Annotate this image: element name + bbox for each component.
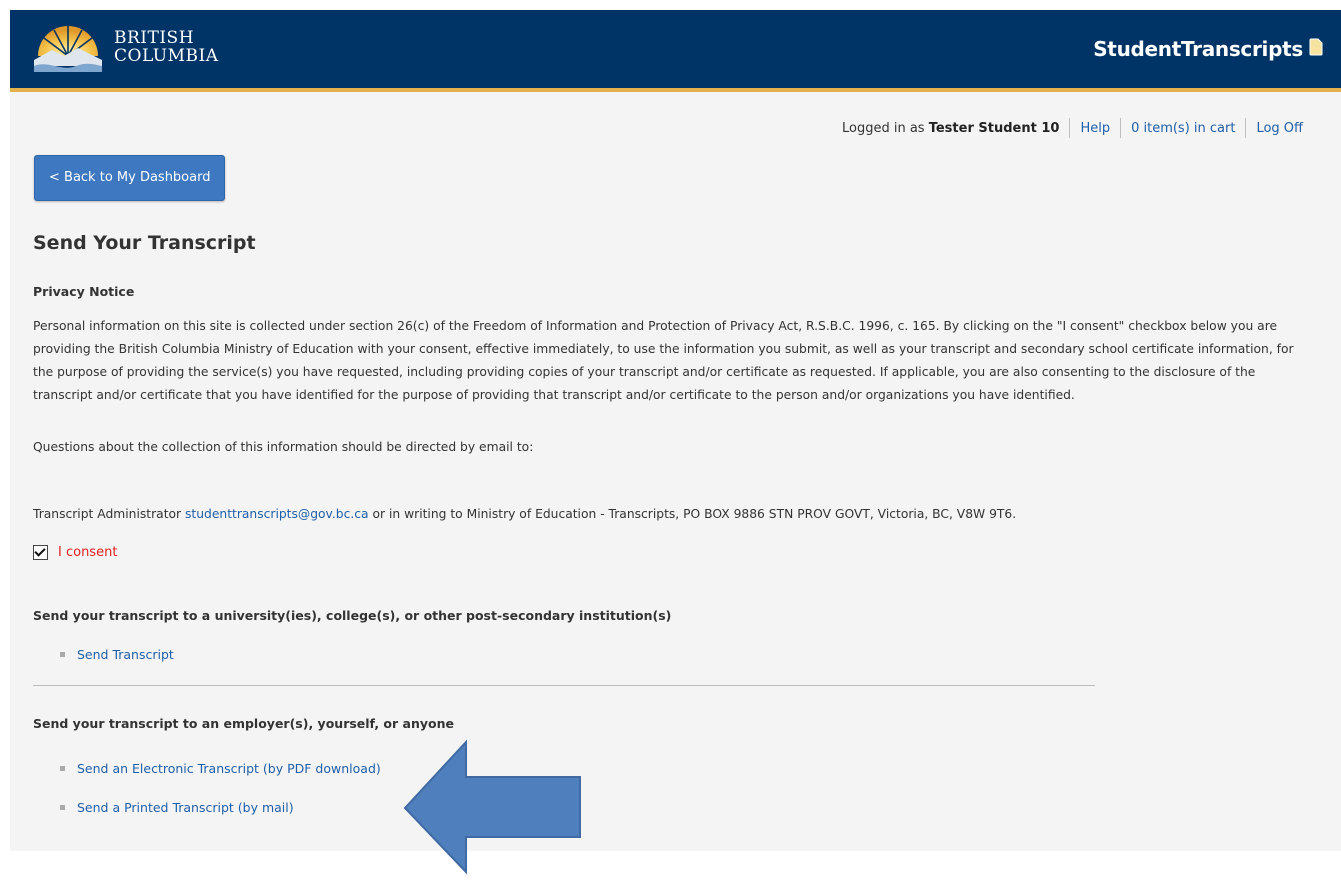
- privacy-notice-text: Personal information on this site is col…: [33, 319, 1294, 402]
- logged-in-prefix: Logged in as: [842, 120, 925, 136]
- admin-email-link[interactable]: studenttranscripts@gov.bc.ca: [185, 507, 369, 521]
- post-secondary-heading: Send your transcript to a university(ies…: [33, 608, 672, 623]
- bullet-icon: [60, 805, 65, 810]
- page-title: Send Your Transcript: [33, 232, 256, 254]
- send-electronic-transcript-link[interactable]: Send an Electronic Transcript (by PDF do…: [77, 761, 381, 776]
- divider: [1120, 118, 1122, 138]
- bullet-icon: [60, 652, 65, 657]
- user-name: Tester Student 10: [928, 120, 1060, 136]
- admin-prefix: Transcript Administrator: [33, 507, 182, 521]
- list-item: Send Transcript: [60, 647, 174, 662]
- divider: [1245, 118, 1247, 138]
- site-header: BRITISH COLUMBIA StudentTranscripts: [10, 10, 1341, 92]
- back-to-dashboard-button[interactable]: < Back to My Dashboard: [34, 155, 226, 201]
- cart-link[interactable]: 0 item(s) in cart: [1131, 121, 1235, 136]
- divider: [1069, 118, 1071, 138]
- list-item: Send an Electronic Transcript (by PDF do…: [60, 761, 381, 776]
- list-item: Send a Printed Transcript (by mail): [60, 800, 294, 815]
- bc-logo[interactable]: BRITISH COLUMBIA: [32, 20, 219, 74]
- consent-label[interactable]: I consent: [58, 545, 117, 560]
- logo-wordmark: BRITISH COLUMBIA: [114, 29, 219, 65]
- send-printed-transcript-link[interactable]: Send a Printed Transcript (by mail): [77, 800, 294, 815]
- section-divider: [33, 685, 1095, 686]
- log-off-link[interactable]: Log Off: [1256, 121, 1303, 136]
- questions-text: Questions about the collection of this i…: [33, 440, 534, 454]
- logo-line-1: BRITISH: [114, 28, 195, 48]
- admin-address: or in writing to Ministry of Education -…: [372, 507, 1017, 521]
- app-title: StudentTranscripts: [1093, 37, 1303, 61]
- help-link[interactable]: Help: [1080, 121, 1110, 136]
- send-transcript-link[interactable]: Send Transcript: [77, 647, 174, 662]
- admin-contact: Transcript Administrator studenttranscri…: [33, 507, 1016, 521]
- page-frame: BRITISH COLUMBIA StudentTranscripts Logg…: [10, 10, 1341, 851]
- privacy-notice-heading: Privacy Notice: [33, 284, 135, 299]
- user-bar: Logged in as Tester Student 10 Help 0 it…: [842, 118, 1303, 138]
- bullet-icon: [60, 766, 65, 771]
- arrow-left-icon: [403, 739, 581, 875]
- consent-row: I consent: [33, 545, 117, 560]
- others-heading: Send your transcript to an employer(s), …: [33, 716, 454, 731]
- sun-mountain-logo-icon: [34, 26, 102, 72]
- consent-checkbox[interactable]: [33, 545, 48, 560]
- document-icon: [1309, 38, 1323, 56]
- logo-line-2: COLUMBIA: [114, 46, 219, 66]
